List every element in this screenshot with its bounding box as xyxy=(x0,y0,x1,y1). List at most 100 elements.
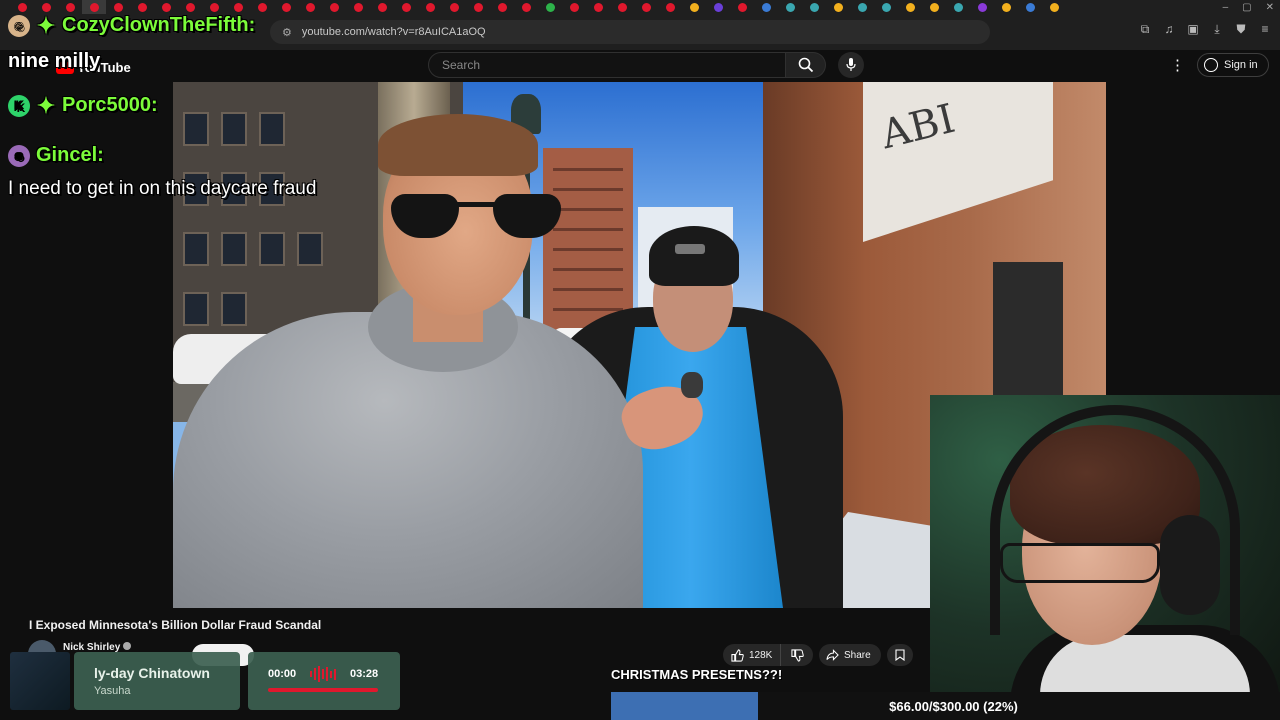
browser-extension-icons: ⧉ ♫ ▣ ⤓ ⛊ ≡ xyxy=(1138,22,1272,37)
browser-tab[interactable] xyxy=(922,0,946,14)
browser-tab[interactable] xyxy=(418,0,442,14)
browser-tab[interactable] xyxy=(802,0,826,14)
browser-tab[interactable] xyxy=(322,0,346,14)
total-time: 03:28 xyxy=(350,668,379,680)
browser-tab[interactable] xyxy=(706,0,730,14)
tab-favicon-icon xyxy=(665,2,675,12)
address-bar[interactable]: ⚙ youtube.com/watch?v=r8AuICA1aOQ xyxy=(270,20,990,44)
close-icon[interactable]: ✕ xyxy=(1266,2,1274,13)
tab-favicon-icon xyxy=(65,2,75,12)
tab-favicon-icon xyxy=(737,2,747,12)
maximize-icon[interactable]: ▢ xyxy=(1242,2,1251,13)
goal-label: CHRISTMAS PRESETNS??! xyxy=(611,667,783,682)
browser-tab[interactable] xyxy=(394,0,418,14)
like-button[interactable]: 128K xyxy=(723,644,781,666)
more-options-icon[interactable]: ⋮ xyxy=(1170,56,1185,74)
browser-tab[interactable] xyxy=(874,0,898,14)
browser-tab[interactable] xyxy=(826,0,850,14)
browser-tab[interactable] xyxy=(370,0,394,14)
browser-tab[interactable] xyxy=(682,0,706,14)
browser-tab[interactable] xyxy=(658,0,682,14)
browser-tab[interactable] xyxy=(106,0,130,14)
browser-tab[interactable] xyxy=(130,0,154,14)
shield-icon[interactable]: ⛊ xyxy=(1234,22,1248,36)
browser-tab[interactable] xyxy=(586,0,610,14)
tab-favicon-icon xyxy=(305,2,315,12)
tab-favicon-icon xyxy=(833,2,843,12)
browser-tab[interactable] xyxy=(610,0,634,14)
tab-favicon-icon xyxy=(257,2,267,12)
voice-search-button[interactable] xyxy=(838,52,864,78)
browser-tab[interactable] xyxy=(154,0,178,14)
browser-tab[interactable] xyxy=(346,0,370,14)
webcam-earcup xyxy=(1160,515,1220,615)
browser-tab[interactable] xyxy=(730,0,754,14)
save-button[interactable] xyxy=(887,644,913,666)
chat-message: ☻ Gincel: xyxy=(8,144,104,167)
dislike-button[interactable] xyxy=(781,644,813,666)
chat-text: I need to get in on this daycare fraud xyxy=(8,178,317,199)
tab-favicon-icon xyxy=(1049,2,1059,12)
chat-text: nine milly xyxy=(8,50,101,72)
tab-favicon-icon xyxy=(1001,2,1011,12)
search-input[interactable]: Search xyxy=(428,52,786,78)
browser-tab[interactable] xyxy=(466,0,490,14)
tab-favicon-icon xyxy=(137,2,147,12)
chat-username: Gincel: xyxy=(36,144,104,166)
user-avatar-icon: ☻ xyxy=(8,144,30,167)
share-button[interactable]: Share xyxy=(819,644,881,666)
tab-favicon-icon xyxy=(113,2,123,12)
browser-tab[interactable] xyxy=(994,0,1018,14)
browser-tab[interactable] xyxy=(562,0,586,14)
media-icon[interactable]: ♫ xyxy=(1162,22,1176,36)
address-url: youtube.com/watch?v=r8AuICA1aOQ xyxy=(301,26,486,38)
sign-in-button[interactable]: Sign in xyxy=(1197,53,1269,77)
diamond-badge-icon: ✦ xyxy=(36,92,56,118)
browser-tab[interactable] xyxy=(178,0,202,14)
browser-tab[interactable] xyxy=(538,0,562,14)
video-held-item xyxy=(681,372,703,398)
extensions-icon[interactable]: ⧉ xyxy=(1138,22,1152,36)
tab-favicon-icon xyxy=(593,2,603,12)
browser-tab[interactable] xyxy=(898,0,922,14)
browser-tab[interactable] xyxy=(634,0,658,14)
sidebar-icon[interactable]: ▣ xyxy=(1186,22,1200,36)
thumbs-down-icon xyxy=(790,648,804,662)
tab-favicon-icon xyxy=(545,2,555,12)
browser-tab[interactable] xyxy=(754,0,778,14)
search-button[interactable] xyxy=(786,52,826,78)
browser-tab[interactable] xyxy=(58,0,82,14)
browser-tab[interactable] xyxy=(946,0,970,14)
browser-tab[interactable] xyxy=(298,0,322,14)
video-hair xyxy=(378,114,538,176)
browser-tab[interactable] xyxy=(82,0,106,14)
browser-tab[interactable] xyxy=(274,0,298,14)
browser-tab[interactable] xyxy=(490,0,514,14)
browser-tab[interactable] xyxy=(970,0,994,14)
browser-tab[interactable] xyxy=(514,0,538,14)
browser-tab[interactable] xyxy=(226,0,250,14)
browser-tab[interactable] xyxy=(778,0,802,14)
download-icon[interactable]: ⤓ xyxy=(1210,22,1224,36)
browser-tab[interactable] xyxy=(250,0,274,14)
site-info-icon[interactable]: ⚙ xyxy=(282,26,292,39)
browser-tab[interactable] xyxy=(850,0,874,14)
browser-tab[interactable] xyxy=(10,0,34,14)
tab-favicon-icon xyxy=(185,2,195,12)
kick-badge-icon: K xyxy=(8,94,30,117)
browser-tab[interactable] xyxy=(1018,0,1042,14)
browser-tab[interactable] xyxy=(1042,0,1066,14)
verified-icon xyxy=(123,642,132,650)
song-progress-bar xyxy=(268,688,378,692)
tab-favicon-icon xyxy=(617,2,627,12)
chat-message-text: nine milly xyxy=(8,46,100,76)
youtube-header: YouTube Search ⋮ Sign in xyxy=(0,50,1280,82)
menu-icon[interactable]: ≡ xyxy=(1258,22,1272,36)
minimize-icon[interactable]: – xyxy=(1223,2,1229,13)
microphone-icon xyxy=(846,58,856,71)
tab-favicon-icon xyxy=(569,2,579,12)
tab-favicon-icon xyxy=(1025,2,1035,12)
tab-favicon-icon xyxy=(401,2,411,12)
browser-tab[interactable] xyxy=(202,0,226,14)
browser-tab[interactable] xyxy=(442,0,466,14)
